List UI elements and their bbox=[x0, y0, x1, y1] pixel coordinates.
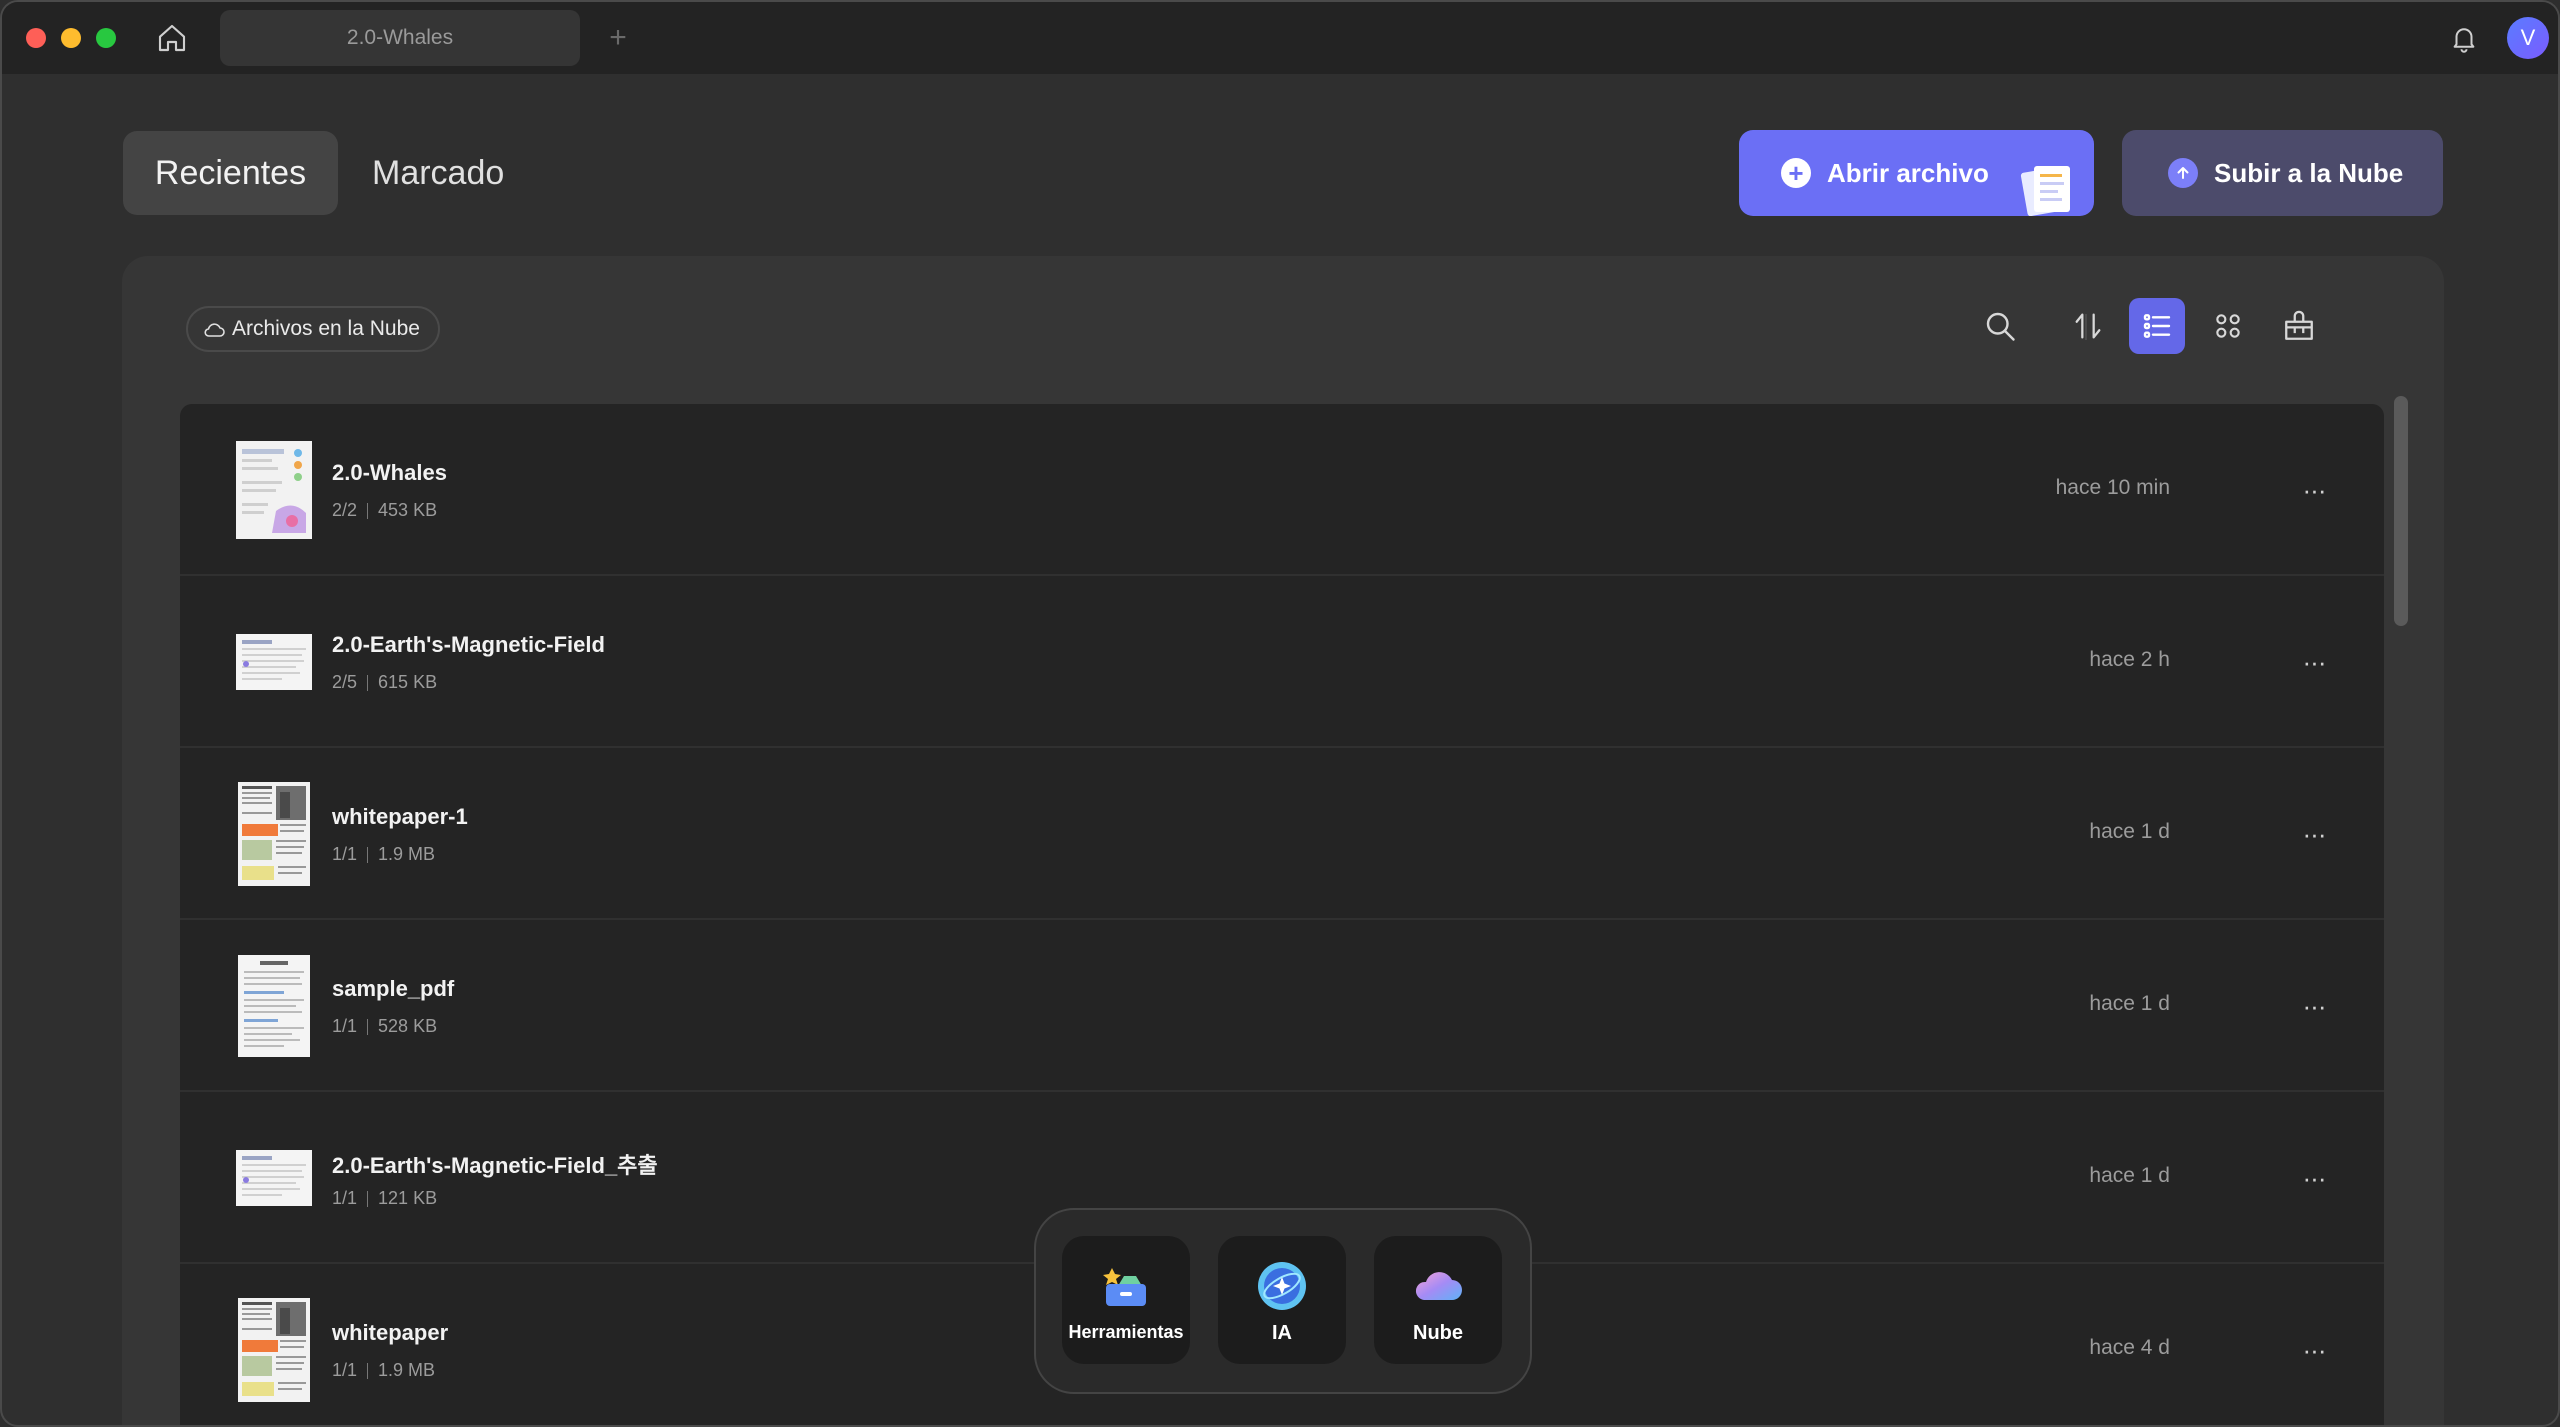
file-time: hace 1 d bbox=[2089, 820, 2170, 843]
file-thumbnail bbox=[236, 1128, 312, 1228]
meta-divider bbox=[367, 675, 369, 692]
plus-icon: + bbox=[609, 21, 627, 54]
documents-illustration-icon bbox=[2020, 166, 2070, 216]
avatar-initial: V bbox=[2520, 25, 2536, 50]
ai-icon bbox=[1258, 1262, 1306, 1310]
file-row[interactable]: 2.0-Whales 2/2 453 KB hace 10 min ··· bbox=[180, 404, 2384, 576]
more-options-icon[interactable]: ··· bbox=[2294, 986, 2334, 1026]
sort-icon[interactable] bbox=[2060, 298, 2116, 354]
search-icon[interactable] bbox=[1972, 298, 2028, 354]
file-name: 2.0-Whales bbox=[332, 460, 447, 485]
close-window-button[interactable] bbox=[26, 28, 46, 48]
file-row[interactable]: sample_pdf 1/1 528 KB hace 1 d ··· bbox=[180, 920, 2384, 1092]
tab-recent[interactable]: Recientes bbox=[123, 131, 338, 215]
file-size: 528 KB bbox=[378, 1016, 438, 1036]
file-pages: 1/1 bbox=[332, 1188, 358, 1208]
title-bar: 2.0-Whales + V bbox=[2, 2, 2558, 74]
file-name: sample_pdf bbox=[332, 976, 455, 1001]
dock-ai-button[interactable]: IA bbox=[1218, 1236, 1346, 1364]
file-row[interactable]: whitepaper-1 1/1 1.9 MB hace 1 d ··· bbox=[180, 748, 2384, 920]
file-time: hace 4 d bbox=[2089, 1336, 2170, 1359]
file-thumbnail bbox=[236, 955, 312, 1057]
grid-view-icon[interactable] bbox=[2200, 298, 2256, 354]
more-options-icon[interactable]: ··· bbox=[2294, 642, 2334, 682]
upload-arrow-icon bbox=[2168, 158, 2198, 188]
open-file-label: Abrir archivo bbox=[1827, 157, 1989, 188]
file-meta: 2/5 615 KB bbox=[332, 672, 437, 693]
cloud-color-icon bbox=[1415, 1272, 1462, 1300]
file-meta: 1/1 1.9 MB bbox=[332, 1360, 435, 1381]
meta-divider bbox=[367, 847, 369, 864]
dock-cloud-label: Nube bbox=[1413, 1322, 1463, 1344]
file-meta: 1/1 121 KB bbox=[332, 1188, 437, 1209]
bottom-dock: Herramientas IA Nube bbox=[1034, 1208, 1532, 1394]
maximize-window-button[interactable] bbox=[96, 28, 116, 48]
file-pages: 1/1 bbox=[332, 1016, 358, 1036]
file-pages: 2/5 bbox=[332, 672, 358, 692]
file-time: hace 1 d bbox=[2089, 1164, 2170, 1187]
dock-tools-label: Herramientas bbox=[1068, 1322, 1184, 1342]
cloud-files-filter[interactable]: Archivos en la Nube bbox=[186, 306, 440, 352]
file-size: 1.9 MB bbox=[378, 844, 436, 864]
file-pages: 2/2 bbox=[332, 500, 358, 520]
dock-ai-label: IA bbox=[1272, 1322, 1292, 1344]
tab-marked-label: Marcado bbox=[372, 153, 505, 192]
file-thumbnail bbox=[236, 440, 312, 540]
app-window: 2.0-Whales + V Recientes Marcado + Abrir… bbox=[0, 0, 2560, 1427]
file-time: hace 10 min bbox=[2055, 476, 2170, 499]
more-options-icon[interactable]: ··· bbox=[2294, 470, 2334, 510]
file-time: hace 1 d bbox=[2089, 992, 2170, 1015]
meta-divider bbox=[367, 503, 369, 520]
file-meta: 1/1 1.9 MB bbox=[332, 844, 435, 865]
new-tab-button[interactable]: + bbox=[598, 18, 638, 58]
more-options-icon[interactable]: ··· bbox=[2294, 1158, 2334, 1198]
file-thumbnail bbox=[236, 782, 312, 886]
scrollbar[interactable] bbox=[2394, 396, 2408, 626]
meta-divider bbox=[367, 1363, 369, 1380]
trash-icon[interactable] bbox=[2271, 298, 2327, 354]
file-name: 2.0-Earth's-Magnetic-Field_추출 bbox=[332, 1153, 658, 1178]
dock-tools-button[interactable]: Herramientas bbox=[1062, 1236, 1190, 1364]
file-meta: 1/1 528 KB bbox=[332, 1016, 437, 1037]
file-thumbnail bbox=[236, 612, 312, 712]
file-name: 2.0-Earth's-Magnetic-Field bbox=[332, 632, 605, 657]
home-icon[interactable] bbox=[152, 18, 192, 58]
file-row[interactable]: 2.0-Earth's-Magnetic-Field 2/5 615 KB hace … bbox=[180, 576, 2384, 748]
tab-document[interactable]: 2.0-Whales bbox=[220, 10, 580, 66]
file-pages: 1/1 bbox=[332, 844, 358, 864]
cloud-icon bbox=[204, 323, 225, 337]
file-size: 453 KB bbox=[378, 500, 438, 520]
minimize-window-button[interactable] bbox=[61, 28, 81, 48]
list-view-icon[interactable] bbox=[2129, 298, 2185, 354]
more-options-icon[interactable]: ··· bbox=[2294, 1330, 2334, 1370]
bell-icon[interactable] bbox=[2444, 18, 2484, 58]
toolbox-icon bbox=[1103, 1268, 1146, 1306]
file-size: 1.9 MB bbox=[378, 1360, 436, 1380]
avatar[interactable]: V bbox=[2507, 17, 2549, 59]
file-thumbnail bbox=[236, 1298, 312, 1402]
cloud-files-label: Archivos en la Nube bbox=[232, 317, 420, 340]
file-name: whitepaper-1 bbox=[332, 804, 468, 829]
upload-cloud-label: Subir a la Nube bbox=[2214, 157, 2404, 188]
more-options-icon[interactable]: ··· bbox=[2294, 814, 2334, 854]
file-size: 121 KB bbox=[378, 1188, 438, 1208]
tab-marked[interactable]: Marcado bbox=[372, 131, 504, 215]
file-size: 615 KB bbox=[378, 672, 438, 692]
upload-cloud-button[interactable]: Subir a la Nube bbox=[2122, 130, 2443, 216]
dock-cloud-button[interactable]: Nube bbox=[1374, 1236, 1502, 1364]
open-file-button[interactable]: + Abrir archivo bbox=[1739, 130, 2094, 216]
file-meta: 2/2 453 KB bbox=[332, 500, 437, 521]
meta-divider bbox=[367, 1019, 369, 1036]
file-name: whitepaper bbox=[332, 1320, 449, 1345]
tab-recent-label: Recientes bbox=[154, 153, 307, 192]
tab-document-label: 2.0-Whales bbox=[346, 26, 454, 49]
meta-divider bbox=[367, 1191, 369, 1208]
file-pages: 1/1 bbox=[332, 1360, 358, 1380]
file-time: hace 2 h bbox=[2089, 648, 2170, 671]
plus-circle-icon: + bbox=[1781, 158, 1811, 188]
